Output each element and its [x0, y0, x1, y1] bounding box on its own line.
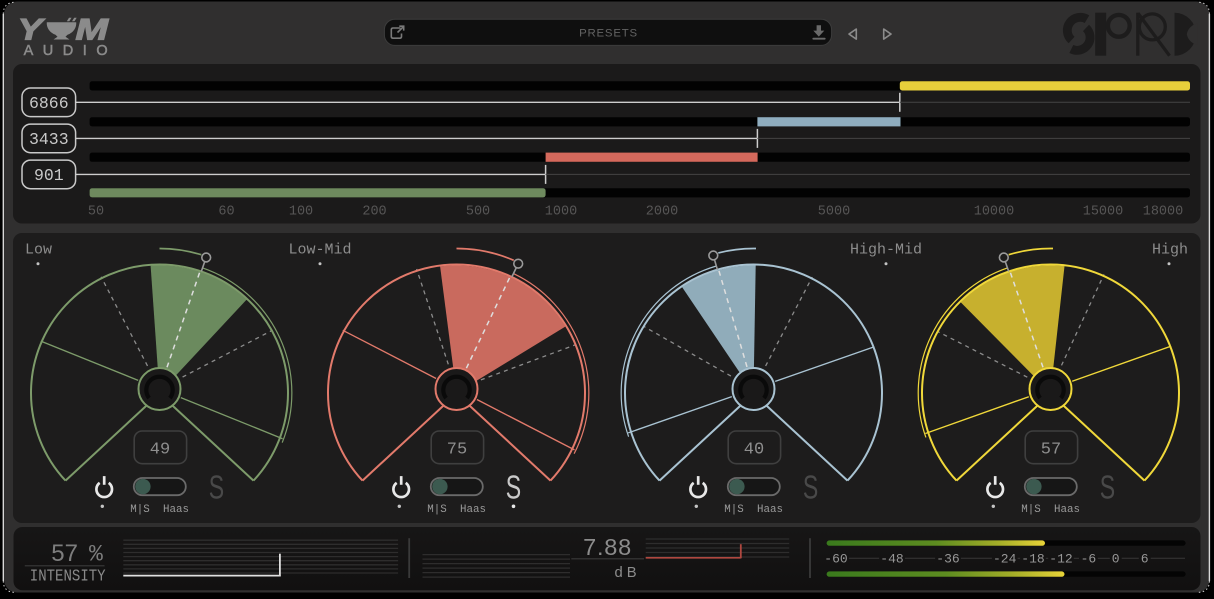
svg-text:PRESETS: PRESETS: [579, 28, 638, 40]
svg-text:Haas: Haas: [757, 504, 783, 516]
svg-text:High: High: [1152, 242, 1188, 259]
svg-text:-6: -6: [1081, 552, 1097, 567]
svg-text:15000: 15000: [1083, 205, 1124, 220]
svg-text:Low-Mid: Low-Mid: [288, 242, 351, 259]
svg-text:Haas: Haas: [460, 504, 486, 516]
svg-text:901: 901: [34, 166, 64, 185]
svg-text:49: 49: [150, 440, 170, 459]
svg-text:0: 0: [1112, 552, 1120, 567]
svg-text:S: S: [803, 469, 818, 506]
svg-text:5000: 5000: [818, 205, 850, 220]
svg-text:57: 57: [51, 540, 78, 567]
svg-text:200: 200: [362, 205, 386, 220]
svg-text:75: 75: [447, 440, 467, 459]
svg-text:High-Mid: High-Mid: [850, 242, 922, 259]
svg-text:6866: 6866: [29, 94, 69, 113]
svg-text:1000: 1000: [545, 205, 577, 220]
svg-text:100: 100: [289, 205, 313, 220]
svg-text:57: 57: [1041, 440, 1061, 459]
svg-text:3433: 3433: [29, 130, 69, 149]
svg-text:40: 40: [744, 440, 764, 459]
svg-text:2000: 2000: [646, 205, 678, 220]
svg-text:6: 6: [1141, 552, 1149, 567]
svg-text:18000: 18000: [1143, 205, 1184, 220]
svg-text:10000: 10000: [974, 205, 1015, 220]
svg-text:50: 50: [88, 205, 104, 220]
svg-text:INTENSITY: INTENSITY: [30, 567, 106, 586]
svg-text:500: 500: [466, 205, 490, 220]
svg-text:S: S: [209, 469, 224, 506]
svg-text:M|S: M|S: [427, 504, 446, 516]
svg-text:M|S: M|S: [130, 504, 149, 516]
svg-text:-18: -18: [1021, 552, 1044, 567]
svg-text:Low: Low: [25, 242, 52, 259]
svg-text:Y: Y: [18, 14, 45, 47]
svg-text:M|S: M|S: [724, 504, 743, 516]
svg-text:S: S: [1100, 469, 1115, 506]
svg-text:-48: -48: [880, 552, 903, 567]
svg-text:-12: -12: [1049, 552, 1072, 567]
svg-text:-24: -24: [993, 552, 1017, 567]
svg-text:M|S: M|S: [1021, 504, 1040, 516]
svg-text:7.88: 7.88: [583, 534, 632, 560]
svg-text:-60: -60: [824, 552, 847, 567]
svg-text:S: S: [506, 469, 521, 506]
svg-text:60: 60: [218, 205, 234, 220]
svg-text:M: M: [76, 14, 110, 47]
svg-text:Haas: Haas: [1054, 504, 1080, 516]
svg-text:Haas: Haas: [163, 504, 189, 516]
svg-text:%: %: [89, 542, 103, 568]
svg-text:-36: -36: [936, 552, 959, 567]
svg-text:dB: dB: [615, 565, 641, 581]
